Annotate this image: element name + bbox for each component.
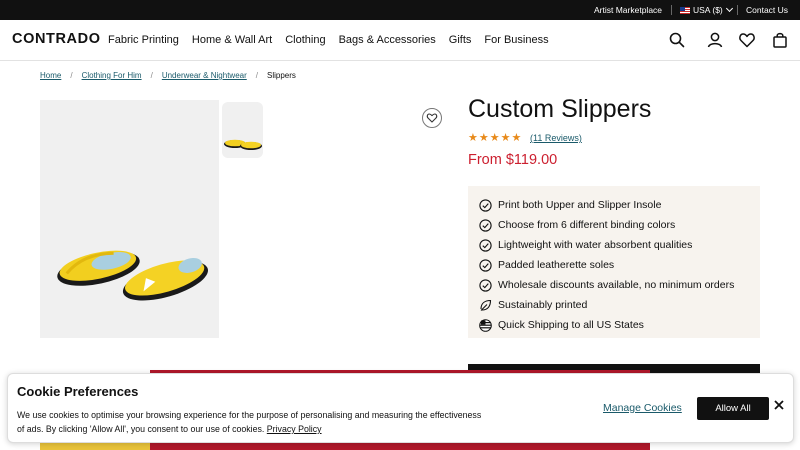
leaf-icon: [480, 299, 492, 311]
nav-bags-accessories[interactable]: Bags & Accessories: [339, 34, 436, 46]
nav-fabric-printing[interactable]: Fabric Printing: [108, 34, 179, 46]
feature-text: Sustainably printed: [498, 299, 588, 311]
breadcrumb: Home / Clothing For Him / Underwear & Nightw…: [40, 71, 296, 80]
contact-us-link[interactable]: Contact Us: [746, 0, 788, 20]
reviews-link[interactable]: (11 Reviews): [530, 133, 582, 143]
heart-icon: [426, 113, 438, 123]
cart-icon[interactable]: [771, 31, 789, 49]
product-main-image[interactable]: [40, 100, 219, 338]
breadcrumb-separator: /: [255, 71, 258, 80]
close-icon[interactable]: [773, 399, 785, 411]
account-icon[interactable]: [706, 31, 724, 49]
divider: [671, 5, 672, 15]
slippers-image: [57, 250, 208, 301]
check-circle-icon: [479, 199, 492, 212]
feature-text: Print both Upper and Slipper Insole: [498, 199, 662, 211]
star-rating: ★★★★★: [468, 132, 523, 144]
cookie-title: Cookie Preferences: [17, 384, 139, 399]
feature-text: Padded leatherette soles: [498, 259, 615, 271]
cookie-description: We use cookies to optimise your browsing…: [17, 408, 487, 436]
nav-gifts[interactable]: Gifts: [449, 34, 472, 46]
privacy-policy-link[interactable]: Privacy Policy: [267, 424, 322, 434]
nav-home-wall-art[interactable]: Home & Wall Art: [192, 34, 272, 46]
us-flag-icon: [680, 7, 690, 14]
artist-marketplace-link[interactable]: Artist Marketplace: [594, 0, 662, 20]
feature-text: Choose from 6 different binding colors: [498, 219, 676, 231]
breadcrumb-separator: /: [70, 71, 73, 80]
site-header: CONTRADO Fabric Printing Home & Wall Art C…: [0, 20, 800, 61]
check-circle-icon: [479, 219, 492, 232]
cookie-banner: Cookie Preferences We use cookies to opt…: [7, 373, 794, 443]
currency-label: USA ($): [693, 5, 723, 15]
check-circle-icon: [479, 259, 492, 272]
divider: [737, 5, 738, 15]
logo[interactable]: CONTRADO: [12, 31, 101, 47]
cookie-body-text: We use cookies to optimise your browsing…: [17, 410, 482, 434]
main-nav: Fabric Printing Home & Wall Art Clothing Ba…: [108, 34, 562, 46]
product-thumbnail[interactable]: [222, 102, 263, 158]
nav-clothing[interactable]: Clothing: [285, 34, 325, 46]
search-icon[interactable]: [668, 31, 686, 49]
check-circle-icon: [479, 239, 492, 252]
feature-list: Print both Upper and Slipper Insole Choo…: [468, 186, 760, 338]
top-bar: Artist Marketplace USA ($) Contact Us: [0, 0, 800, 20]
us-globe-icon: [479, 319, 492, 332]
breadcrumb-separator: /: [150, 71, 153, 80]
feature-text: Lightweight with water absorbent qualiti…: [498, 239, 693, 251]
product-price: From $119.00: [468, 152, 558, 168]
feature-text: Quick Shipping to all US States: [498, 319, 644, 331]
nav-for-business[interactable]: For Business: [484, 34, 548, 46]
breadcrumb-underwear-nightwear[interactable]: Underwear & Nightwear: [162, 71, 247, 80]
chevron-down-icon: [725, 4, 733, 13]
breadcrumb-home[interactable]: Home: [40, 71, 61, 80]
favourite-button[interactable]: [422, 108, 442, 128]
wishlist-icon[interactable]: [738, 31, 756, 49]
product-title: Custom Slippers: [468, 95, 652, 123]
breadcrumb-clothing-for-him[interactable]: Clothing For Him: [82, 71, 142, 80]
manage-cookies-link[interactable]: Manage Cookies: [603, 402, 682, 414]
check-circle-icon: [479, 279, 492, 292]
thumbnail-image: [224, 139, 262, 150]
breadcrumb-current: Slippers: [267, 71, 296, 80]
currency-selector[interactable]: USA ($): [680, 0, 733, 20]
allow-all-button[interactable]: Allow All: [697, 397, 769, 420]
feature-text: Wholesale discounts available, no minimu…: [498, 279, 735, 291]
